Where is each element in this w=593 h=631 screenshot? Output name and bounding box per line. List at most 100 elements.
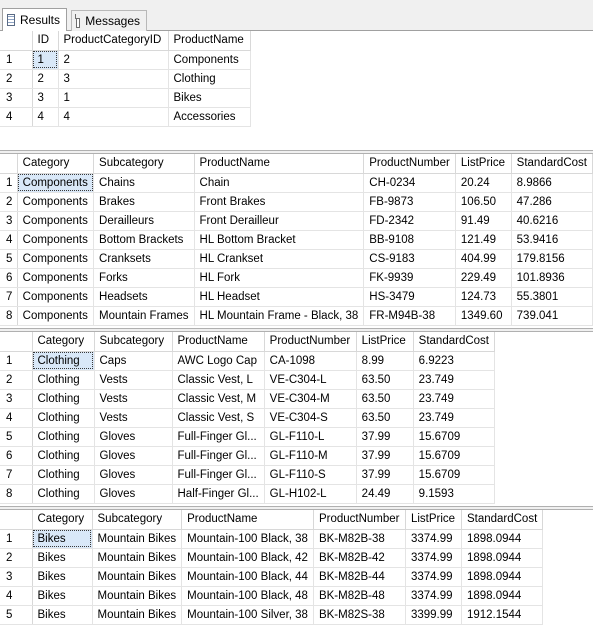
grid-cell[interactable]: 1912.1544 [461, 605, 544, 625]
grid-cell[interactable]: 23.749 [413, 408, 496, 428]
grid-cell[interactable]: Mountain-100 Black, 38 [181, 529, 314, 549]
grid-cell[interactable]: 6.9223 [413, 351, 496, 371]
grid-cell[interactable]: 2 [32, 69, 59, 89]
table-row[interactable]: 1 Bikes Mountain Bikes Mountain-100 Black, … [0, 529, 544, 549]
grid-cell[interactable]: FK-9939 [363, 268, 456, 288]
grid-cell[interactable]: 4 [32, 107, 59, 127]
row-number[interactable]: 8 [0, 306, 18, 326]
grid-cell[interactable]: HL Mountain Frame - Black, 38 [194, 306, 365, 326]
result-grid-2[interactable]: Category Subcategory ProductName ProductNum… [0, 154, 593, 326]
table-row[interactable]: 4 Components Bottom Brackets HL Bottom Brac… [0, 230, 593, 250]
grid-cell[interactable]: 101.8936 [511, 268, 593, 288]
column-header[interactable]: ProductNumber [264, 332, 357, 352]
column-header[interactable]: ProductNumber [313, 510, 406, 530]
grid-cell[interactable]: Chain [194, 173, 365, 193]
column-header[interactable]: ID [32, 31, 59, 51]
grid-cell[interactable]: 47.286 [511, 192, 593, 212]
grid-cell[interactable]: CS-9183 [363, 249, 456, 269]
grid-cell[interactable]: Clothing [168, 69, 251, 89]
grid-cell[interactable]: 3374.99 [405, 548, 462, 568]
grid-cell[interactable]: Front Brakes [194, 192, 365, 212]
grid-cell[interactable]: Components [17, 230, 95, 250]
row-number[interactable]: 4 [0, 408, 33, 428]
grid-cell[interactable]: VE-C304-M [264, 389, 357, 409]
grid-cell[interactable]: GL-F110-M [264, 446, 357, 466]
grid-cell[interactable]: FB-9873 [363, 192, 456, 212]
grid-cell[interactable]: 37.99 [356, 427, 414, 447]
grid-cell[interactable]: 3 [58, 69, 169, 89]
table-row[interactable]: 3 Components Derailleurs Front Derailleur FD… [0, 211, 593, 231]
table-row[interactable]: 7 Components Headsets HL Headset HS-3479 124.… [0, 287, 593, 307]
table-row[interactable]: 3 Bikes Mountain Bikes Mountain-100 Black, … [0, 567, 544, 587]
grid-cell[interactable]: 37.99 [356, 465, 414, 485]
grid-cell[interactable]: Forks [93, 268, 195, 288]
row-number[interactable]: 2 [0, 370, 33, 390]
grid-cell[interactable]: Vests [94, 370, 173, 390]
grid-cell[interactable]: 20.24 [455, 173, 512, 193]
grid-cell[interactable]: 1 [58, 88, 169, 108]
grid-cell[interactable]: 1898.0944 [461, 548, 544, 568]
grid-cell[interactable]: 9.1593 [413, 484, 496, 504]
tab-results[interactable]: Results [2, 8, 67, 32]
grid-corner[interactable] [0, 154, 18, 174]
row-number[interactable]: 5 [0, 427, 33, 447]
grid-cell[interactable]: 739.041 [511, 306, 593, 326]
grid-cell[interactable]: 3 [32, 88, 59, 108]
column-header[interactable]: Category [17, 154, 95, 174]
grid-cell[interactable]: GL-F110-S [264, 465, 357, 485]
grid-cell[interactable]: 40.6216 [511, 211, 593, 231]
grid-cell[interactable]: Bikes [168, 88, 251, 108]
grid-cell[interactable]: GL-H102-L [264, 484, 357, 504]
grid-cell[interactable]: Accessories [168, 107, 251, 127]
grid-cell[interactable]: Clothing [32, 408, 95, 428]
grid-cell[interactable]: Chains [93, 173, 195, 193]
tab-messages[interactable]: Messages [71, 10, 147, 31]
grid-cell[interactable]: 63.50 [356, 389, 414, 409]
row-number[interactable]: 6 [0, 446, 33, 466]
row-number[interactable]: 5 [0, 249, 18, 269]
table-row[interactable]: 4 Clothing Vests Classic Vest, S VE-C304-S 63… [0, 408, 496, 428]
column-header[interactable]: ProductName [181, 510, 314, 530]
row-number[interactable]: 1 [0, 529, 33, 549]
grid-cell[interactable]: Mountain-100 Black, 48 [181, 586, 314, 606]
grid-cell[interactable]: Bikes [32, 567, 93, 587]
grid-cell[interactable]: Classic Vest, S [172, 408, 265, 428]
grid-cell[interactable]: 124.73 [455, 287, 512, 307]
grid-cell[interactable]: Components [17, 306, 95, 326]
column-header[interactable]: ProductName [172, 332, 265, 352]
grid-cell[interactable]: HS-3479 [363, 287, 456, 307]
row-number[interactable]: 4 [0, 107, 33, 127]
grid-cell[interactable]: 55.3801 [511, 287, 593, 307]
grid-cell[interactable]: Components [17, 211, 95, 231]
grid-cell[interactable]: Clothing [32, 351, 95, 371]
grid-cell[interactable]: 179.8156 [511, 249, 593, 269]
row-number[interactable]: 8 [0, 484, 33, 504]
grid-cell[interactable]: 63.50 [356, 370, 414, 390]
grid-cell[interactable]: Components [17, 249, 95, 269]
grid-cell[interactable]: 1898.0944 [461, 567, 544, 587]
column-header[interactable]: ProductNumber [363, 154, 456, 174]
grid-cell[interactable]: Mountain-100 Black, 42 [181, 548, 314, 568]
table-row[interactable]: 8 Clothing Gloves Half-Finger Gl... GL-H102-… [0, 484, 496, 504]
grid-cell[interactable]: 23.749 [413, 389, 496, 409]
grid-cell[interactable]: AWC Logo Cap [172, 351, 265, 371]
grid-cell[interactable]: BB-9108 [363, 230, 456, 250]
row-number[interactable]: 5 [0, 605, 33, 625]
column-header[interactable]: Subcategory [93, 154, 195, 174]
row-number[interactable]: 1 [0, 351, 33, 371]
grid-cell[interactable]: HL Crankset [194, 249, 365, 269]
grid-cell[interactable]: HL Bottom Bracket [194, 230, 365, 250]
grid-cell[interactable]: 63.50 [356, 408, 414, 428]
grid-cell[interactable]: 2 [58, 50, 169, 70]
grid-cell[interactable]: 3374.99 [405, 586, 462, 606]
grid-cell[interactable]: Clothing [32, 465, 95, 485]
grid-cell[interactable]: Mountain Frames [93, 306, 195, 326]
grid-cell[interactable]: Mountain-100 Silver, 38 [181, 605, 314, 625]
column-header[interactable]: ListPrice [356, 332, 414, 352]
grid-cell[interactable]: BK-M82B-38 [313, 529, 406, 549]
grid-cell[interactable]: Headsets [93, 287, 195, 307]
grid-corner[interactable] [0, 332, 33, 352]
column-header[interactable]: StandardCost [511, 154, 593, 174]
column-header[interactable]: ListPrice [405, 510, 462, 530]
grid-cell[interactable]: Caps [94, 351, 173, 371]
